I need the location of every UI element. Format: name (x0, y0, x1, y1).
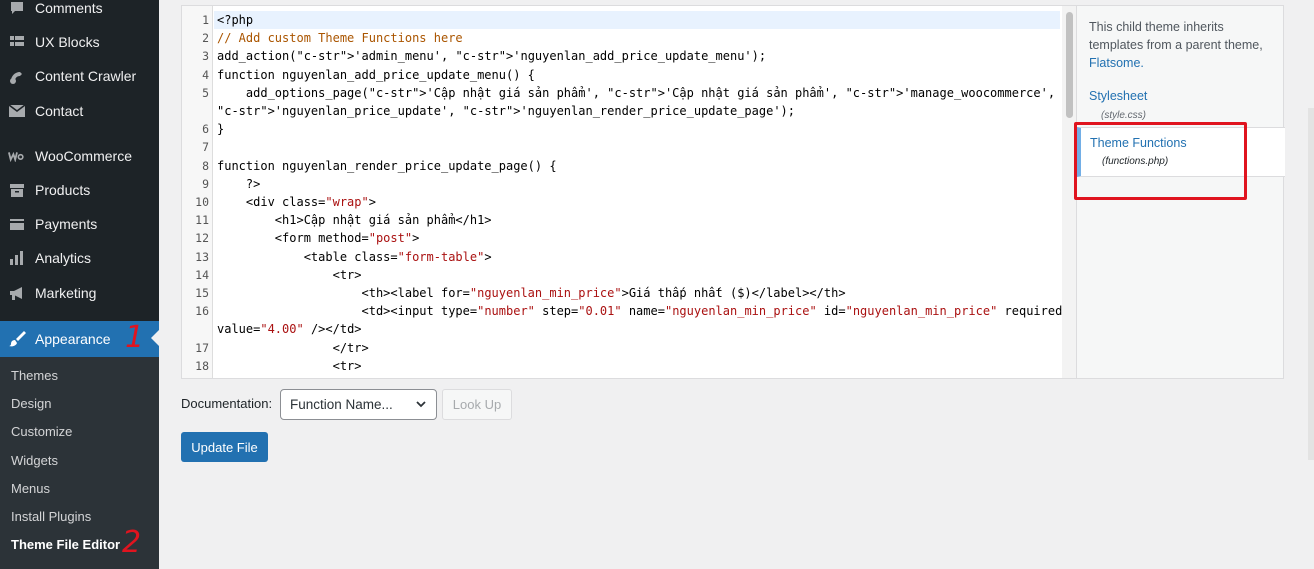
menu-label: Appearance (35, 331, 111, 347)
admin-sidebar: Comments UX Blocks Content Crawler Conta… (0, 0, 159, 569)
code-line: "c-str">'nguyenlan_price_update', "c-str… (217, 104, 795, 118)
code-line: add_options_page("c-str">'Cập nhật giá s… (217, 85, 1056, 100)
documentation-label: Documentation: (181, 396, 273, 411)
menu-item-content-crawler[interactable]: Content Crawler (0, 59, 159, 93)
menu-item-comments[interactable]: Comments (0, 0, 159, 25)
code-line: add_action("c-str">'admin_menu', "c-str"… (217, 49, 767, 64)
menu-label: WooCommerce (35, 148, 132, 164)
line-number: 15 (195, 286, 209, 300)
code-line: function nguyenlan_add_price_update_menu… (217, 67, 535, 82)
function-name-select[interactable]: Function Name... (280, 389, 437, 420)
code-editor[interactable]: 1 2 3 4 5 6 7 8 9 10 11 12 13 14 15 16 17 18 <?php// Add … (181, 5, 1077, 379)
submenu-item-customize[interactable]: Customize (11, 424, 72, 439)
woocommerce-icon (8, 147, 26, 165)
menu-item-products[interactable]: Products (0, 173, 159, 207)
code-line: <th><label for="nguyenlan_min_price">Giá… (217, 286, 846, 300)
code-line: } (217, 122, 225, 137)
card-icon (8, 215, 26, 233)
line-number: 7 (202, 140, 209, 155)
menu-label: Analytics (35, 250, 92, 266)
code-line: <?php (217, 13, 254, 27)
line-number: 12 (195, 231, 209, 246)
code-line: <tr> (217, 267, 362, 282)
line-number: 1 (202, 13, 209, 27)
menu-item-woocommerce[interactable]: WooCommerce (0, 139, 159, 173)
editor-scrollbar-thumb[interactable] (1066, 12, 1073, 118)
update-file-button[interactable]: Update File (181, 432, 268, 462)
crawler-icon (8, 67, 26, 85)
code-line: ?> (217, 176, 261, 191)
code-line: function nguyenlan_render_price_update_p… (217, 158, 557, 173)
line-number: 6 (202, 122, 209, 137)
line-number: 2 (202, 31, 209, 46)
menu-item-payments[interactable]: Payments (0, 207, 159, 241)
menu-item-marketing[interactable]: Marketing (0, 276, 159, 310)
submenu-item-menus[interactable]: Menus (11, 481, 50, 496)
line-number-gutter: 1 2 3 4 5 6 7 8 9 10 11 12 13 14 15 16 17 18 (182, 6, 213, 378)
menu-label: Content Crawler (35, 68, 137, 84)
menu-label: Comments (35, 0, 103, 16)
code-line: <h1>Cập nhật giá sản phẩm</h1> (217, 213, 492, 228)
select-value: Function Name... (290, 397, 393, 412)
code-line: <form method="post"> (217, 231, 420, 246)
line-number: 3 (202, 49, 209, 64)
parent-theme-link[interactable]: Flatsome. (1089, 56, 1144, 70)
annotation-number-2: 2 (122, 525, 142, 560)
line-number: 11 (195, 213, 209, 228)
archive-icon (8, 181, 26, 199)
line-number: 18 (195, 358, 209, 373)
line-number: 17 (195, 340, 209, 355)
code-line: value="4.00" /></td> (217, 322, 362, 337)
stylesheet-link[interactable]: Stylesheet (1089, 89, 1147, 103)
comment-icon (8, 0, 26, 17)
annotation-highlight-box (1074, 122, 1247, 200)
menu-item-analytics[interactable]: Analytics (0, 241, 159, 275)
code-line: <div class="wrap"> (217, 195, 376, 209)
chevron-down-icon (415, 398, 427, 413)
annotation-number-1: 1 (125, 320, 145, 355)
menu-label: Products (35, 182, 91, 198)
line-number: 10 (195, 195, 209, 209)
mail-icon (8, 102, 26, 120)
stylesheet-filename: (style.css) (1101, 110, 1146, 121)
submenu-item-themes[interactable]: Themes (11, 368, 58, 383)
submenu-item-install-plugins[interactable]: Install Plugins (11, 509, 91, 524)
line-number: 9 (202, 176, 209, 191)
menu-item-ux-blocks[interactable]: UX Blocks (0, 25, 159, 59)
menu-label: Payments (35, 216, 98, 232)
submenu-item-theme-file-editor[interactable]: Theme File Editor (11, 537, 120, 552)
code-line: </tr> (217, 340, 369, 355)
menu-item-contact[interactable]: Contact (0, 94, 159, 128)
line-number: 8 (202, 158, 209, 173)
line-number: 16 (195, 304, 209, 319)
page-scrollbar[interactable] (1308, 108, 1314, 460)
code-line: <tr> (217, 358, 362, 373)
megaphone-icon (8, 284, 26, 302)
inherit-text: This child theme inherits templates from… (1089, 20, 1263, 52)
submenu-item-design[interactable]: Design (11, 396, 51, 411)
code-line: // Add custom Theme Functions here (217, 31, 463, 46)
blocks-icon (8, 33, 26, 51)
line-number: 4 (202, 67, 209, 82)
look-up-button[interactable]: Look Up (442, 389, 512, 420)
inherit-notice: This child theme inherits templates from… (1089, 18, 1279, 72)
menu-label: Contact (35, 103, 84, 119)
submenu-item-widgets[interactable]: Widgets (11, 453, 58, 468)
active-line-highlight (214, 11, 1060, 29)
code-line: <td><input type="number" step="0.01" nam… (217, 304, 1063, 319)
chart-bar-icon (8, 249, 26, 267)
line-number: 13 (195, 249, 209, 264)
code-line: <table class="form-table"> (217, 249, 492, 264)
menu-label: Marketing (35, 285, 97, 301)
line-number: 5 (202, 85, 209, 100)
brush-icon (8, 330, 26, 348)
menu-label: UX Blocks (35, 34, 100, 50)
line-number: 14 (195, 267, 209, 282)
